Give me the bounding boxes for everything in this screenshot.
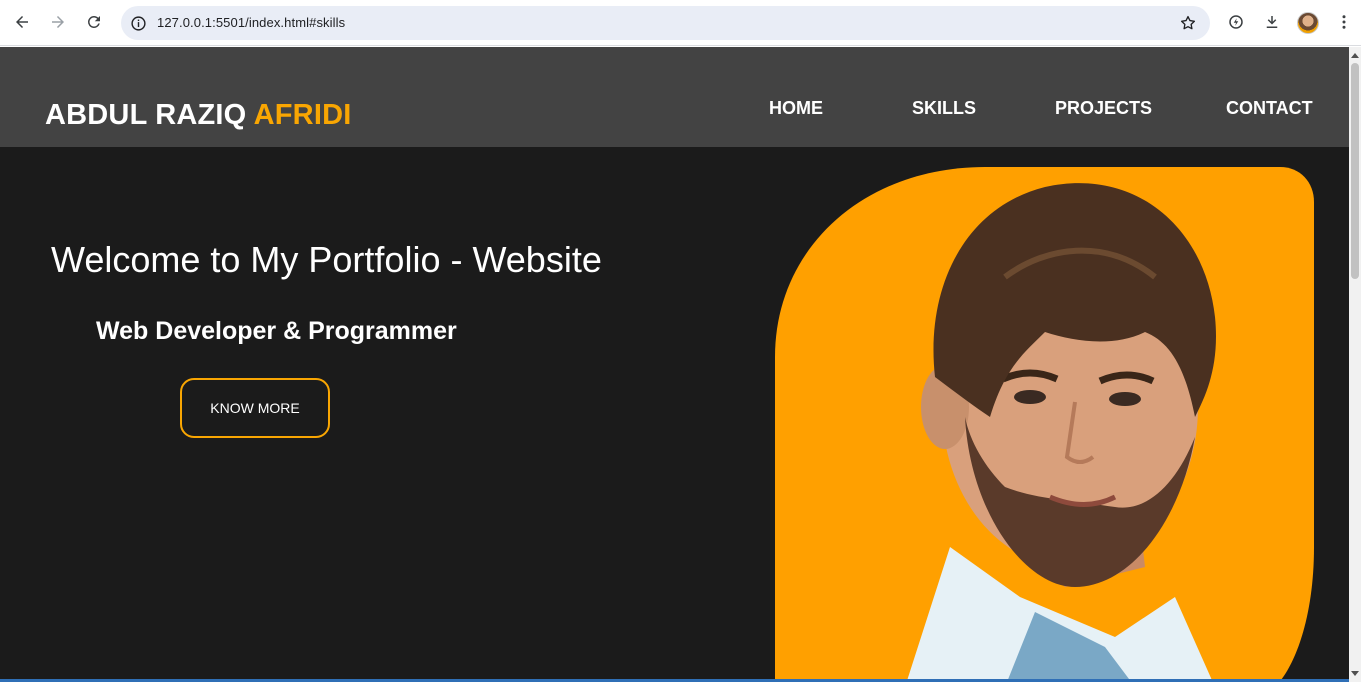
profile-photo [775, 167, 1315, 682]
scrollbar-thumb[interactable] [1351, 63, 1359, 279]
logo-name: ABDUL RAZIQ [45, 99, 247, 131]
nav-skills[interactable]: SKILLS [912, 98, 976, 119]
bookmark-star-icon[interactable] [1178, 13, 1198, 33]
logo-accent: AFRIDI [253, 99, 352, 131]
reload-button[interactable] [81, 9, 107, 35]
extensions-icon[interactable] [1225, 11, 1247, 33]
forward-arrow-icon [52, 16, 64, 28]
reload-icon [87, 15, 100, 28]
profile-avatar[interactable] [1297, 12, 1319, 34]
scroll-up-arrow-icon[interactable] [1349, 50, 1361, 60]
more-menu-icon[interactable] [1333, 11, 1355, 33]
back-arrow-icon [16, 16, 28, 28]
site-header: ABDUL RAZIQ AFRIDI HOME SKILLS PROJECTS … [0, 47, 1349, 147]
page-viewport: ABDUL RAZIQ AFRIDI HOME SKILLS PROJECTS … [0, 47, 1349, 682]
nav-contact[interactable]: CONTACT [1226, 98, 1313, 119]
site-info-icon[interactable] [128, 13, 148, 33]
nav-home[interactable]: HOME [769, 98, 823, 119]
know-more-button[interactable]: KNOW MORE [180, 378, 330, 438]
browser-toolbar: 127.0.0.1:5501/index.html#skills [0, 0, 1361, 46]
scroll-down-arrow-icon[interactable] [1349, 669, 1361, 679]
download-icon[interactable] [1261, 11, 1283, 33]
nav-projects[interactable]: PROJECTS [1055, 98, 1152, 119]
address-bar[interactable]: 127.0.0.1:5501/index.html#skills [121, 6, 1210, 40]
forward-button[interactable] [45, 9, 71, 35]
page-scrollbar[interactable] [1349, 47, 1361, 682]
back-button[interactable] [9, 9, 35, 35]
hero-title: Welcome to My Portfolio - Website [51, 239, 602, 280]
hero-subtitle: Web Developer & Programmer [96, 317, 457, 345]
site-logo[interactable]: ABDUL RAZIQ AFRIDI [45, 99, 351, 132]
address-url[interactable]: 127.0.0.1:5501/index.html#skills [157, 15, 345, 30]
